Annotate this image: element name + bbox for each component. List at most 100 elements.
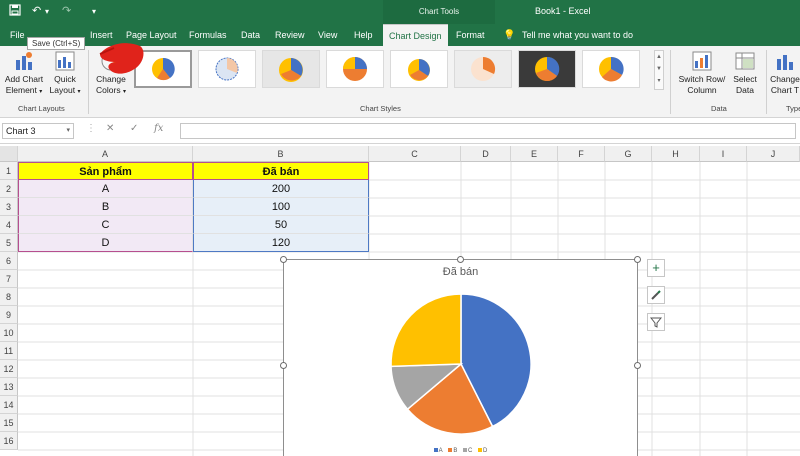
column-header[interactable]: C [369,146,461,162]
table-cell-sold[interactable]: 50 [193,216,369,234]
tell-me-search[interactable]: 💡 Tell me what you want to do [503,24,633,46]
name-box[interactable]: Chart 3 ▾ [2,123,74,139]
hand-pointer-icon [99,43,144,74]
row-header[interactable]: 2 [0,180,18,198]
legend-item-d: D [478,448,487,454]
legend-swatch-b [448,448,453,453]
column-header[interactable]: J [747,146,800,162]
legend-swatch-a [433,448,438,453]
name-box-value: Chart 3 [6,126,36,136]
quick-layout-button[interactable]: Quick Layout ▾ [48,50,82,98]
row-header[interactable]: 4 [0,216,18,234]
chart-elements-button[interactable]: + [647,259,665,277]
header-cell-sold[interactable]: Đã bán [193,162,369,180]
table-cell-product[interactable]: D [18,234,193,252]
undo-dropdown-icon[interactable]: ▾ [45,7,49,16]
insert-function-icon[interactable]: fx [154,123,163,134]
row-header[interactable]: 11 [0,342,18,360]
table-cell-sold[interactable]: 100 [193,198,369,216]
table-cell-sold[interactable]: 200 [193,180,369,198]
header-cell-product[interactable]: Sản phẩm [18,162,193,180]
add-chart-element-icon [16,52,32,70]
enter-icon[interactable]: ✓ [130,123,138,134]
undo-icon[interactable]: ↶ [32,4,41,17]
tab-format[interactable]: Format [456,24,485,46]
row-header[interactable]: 9 [0,306,18,324]
resize-handle-top-center[interactable] [457,256,464,263]
legend-item-c: C [463,448,472,454]
vertical-dots-icon: ⋮ [86,123,96,134]
tab-formulas[interactable]: Formulas [189,24,227,46]
row-header[interactable]: 14 [0,396,18,414]
column-header[interactable]: E [511,146,558,162]
redo-icon[interactable]: ↷ [62,4,71,17]
column-header[interactable]: B [193,146,369,162]
styles-scroll-buttons[interactable]: ▲ ▼ ▾ [654,50,664,90]
brush-icon [651,290,661,300]
column-header[interactable]: I [700,146,747,162]
pie-chart[interactable]: Đã bán A B C D [283,259,638,456]
save-icon[interactable] [9,4,21,19]
row-header[interactable]: 15 [0,414,18,432]
row-header[interactable]: 5 [0,234,18,252]
row-header[interactable]: 7 [0,270,18,288]
row-header[interactable]: 6 [0,252,18,270]
tab-help[interactable]: Help [354,24,373,46]
scroll-down-icon[interactable]: ▼ [655,63,663,75]
chart-style-7[interactable] [518,50,576,88]
column-header[interactable]: D [461,146,511,162]
tab-review[interactable]: Review [275,24,305,46]
row-header[interactable]: 10 [0,324,18,342]
switch-row-column-button[interactable]: Switch Row/ Column [676,50,728,96]
column-header[interactable]: G [605,146,652,162]
legend-item-a: A [433,448,443,454]
chart-filters-button[interactable] [647,313,665,331]
table-cell-product[interactable]: B [18,198,193,216]
chart-style-6[interactable] [454,50,512,88]
legend-swatch-d [478,448,483,453]
table-cell-product[interactable]: C [18,216,193,234]
group-data-label: Data [711,104,727,113]
column-header[interactable]: A [18,146,193,162]
add-chart-element-button[interactable]: Add Chart Element ▾ [2,50,46,98]
tab-chart-design[interactable]: Chart Design [383,24,448,46]
row-header[interactable]: 16 [0,432,18,450]
row-header[interactable]: 3 [0,198,18,216]
chart-style-4[interactable] [326,50,384,88]
customize-toolbar-icon[interactable]: ▾ [92,7,96,16]
chart-styles-button[interactable] [647,286,665,304]
resize-handle-middle-left[interactable] [280,362,287,369]
select-data-button[interactable]: Select Data [730,50,760,96]
row-header[interactable]: 1 [0,162,18,180]
table-cell-sold[interactable]: 120 [193,234,369,252]
table-cell-product[interactable]: A [18,180,193,198]
chart-style-3[interactable] [262,50,320,88]
row-header[interactable]: 12 [0,360,18,378]
pie-plot-area[interactable] [284,260,639,456]
chart-legend[interactable]: A B C D [284,448,637,454]
scroll-up-icon[interactable]: ▲ [655,51,663,63]
row-header[interactable]: 8 [0,288,18,306]
group-type-label: Type [786,104,800,113]
resize-handle-middle-right[interactable] [634,362,641,369]
resize-handle-top-left[interactable] [280,256,287,263]
column-header[interactable]: H [652,146,700,162]
pie-slice-d[interactable] [390,293,462,368]
tab-view[interactable]: View [318,24,337,46]
tab-file[interactable]: File [10,24,25,46]
chart-style-5[interactable] [390,50,448,88]
resize-handle-top-right[interactable] [634,256,641,263]
column-header[interactable]: F [558,146,605,162]
select-all-corner[interactable] [0,146,18,162]
chart-style-2[interactable] [198,50,256,88]
title-bar: ↶ ▾ ↷ ▾ Chart Tools Book1 - Excel [0,0,800,24]
change-chart-type-button[interactable]: Change Chart T [770,50,800,96]
plus-icon: + [652,260,660,275]
cancel-icon[interactable]: ✕ [106,123,114,134]
tab-data[interactable]: Data [241,24,260,46]
formula-input[interactable] [180,123,796,139]
row-header[interactable]: 13 [0,378,18,396]
name-box-dropdown-icon[interactable]: ▾ [66,124,70,138]
chart-style-8[interactable] [582,50,640,88]
gallery-more-icon[interactable]: ▾ [655,75,663,87]
